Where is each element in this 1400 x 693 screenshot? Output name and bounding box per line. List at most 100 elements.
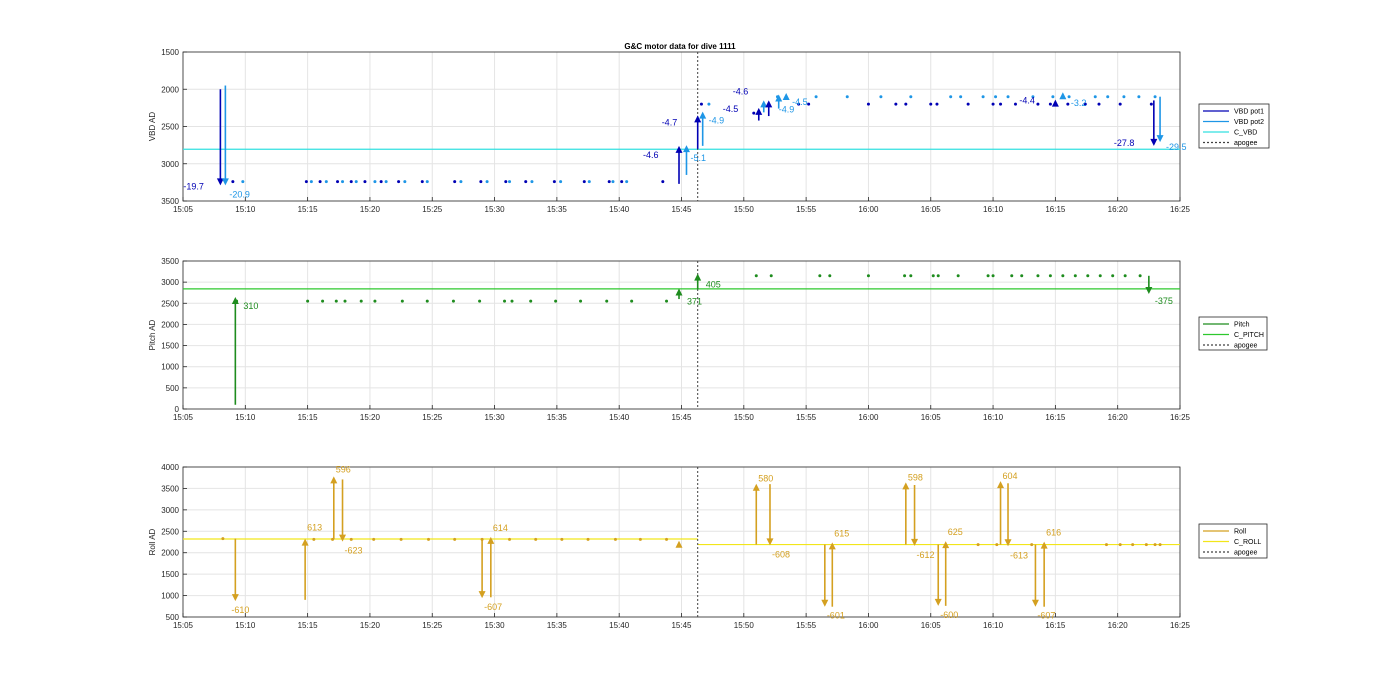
x-tick-label: 15:45: [671, 205, 692, 214]
x-tick-label: 15:45: [671, 413, 692, 422]
vbd-pot2-point: [981, 95, 985, 99]
roll-point: [1158, 543, 1162, 547]
pitch-point: [956, 274, 960, 278]
x-tick-label: 16:05: [921, 621, 942, 630]
vbd-pot2-point: [373, 180, 377, 184]
pitch-point: [579, 299, 583, 303]
x-tick-label: 15:15: [298, 413, 319, 422]
x-tick-label: 15:05: [173, 413, 194, 422]
arrow-label: -4.4: [1019, 96, 1035, 106]
pitch-point: [665, 299, 669, 303]
arrow-label: -610: [231, 605, 249, 615]
x-tick-label: 15:55: [796, 413, 817, 422]
x-tick-label: 16:15: [1045, 205, 1066, 214]
arrow-label: 371: [687, 296, 702, 306]
y-tick-label: 1500: [161, 48, 179, 57]
pitch-point: [1020, 274, 1024, 278]
legend-label: Pitch: [1234, 322, 1250, 329]
arrow-label: -613: [1010, 550, 1028, 560]
pitch-point: [828, 274, 832, 278]
x-tick-label: 16:00: [858, 205, 879, 214]
arrow-label: 616: [1046, 528, 1061, 538]
vbd-pot1-point: [349, 180, 353, 184]
pitch-point: [903, 274, 907, 278]
x-tick-label: 15:45: [671, 621, 692, 630]
arrow-head: [694, 273, 702, 281]
x-tick-label: 16:00: [858, 621, 879, 630]
vbd-pot1-point: [363, 180, 367, 184]
vbd-pot1-point: [397, 180, 401, 184]
vbd-pot2-point: [241, 180, 245, 184]
x-tick-label: 15:10: [235, 205, 256, 214]
arrow-label: -608: [772, 549, 790, 559]
y-axis-label: VBD AD: [148, 112, 157, 142]
x-tick-label: 16:20: [1108, 621, 1129, 630]
vbd-pot1-point: [336, 180, 340, 184]
x-tick-label: 15:20: [360, 205, 381, 214]
arrow-label: -3.2: [1071, 98, 1087, 108]
pitch-point: [306, 299, 310, 303]
y-tick-label: 500: [166, 613, 180, 622]
x-tick-label: 15:05: [173, 621, 194, 630]
vbd-pot1-point: [904, 102, 908, 106]
x-tick-label: 16:00: [858, 413, 879, 422]
chart-panel-3: 15:05 15:10 15:15 15:20 15:25 15:30 15:35 15:40…: [148, 463, 1268, 630]
x-tick-label: 16:25: [1170, 205, 1191, 214]
vbd-pot1-point: [1013, 102, 1017, 106]
arrow-label: 613: [307, 523, 322, 533]
x-tick-label: 16:20: [1108, 413, 1129, 422]
vbd-pot1-point: [318, 180, 322, 184]
arrow-label: -623: [345, 546, 363, 556]
vbd-pot2-point: [949, 95, 953, 99]
x-tick-label: 15:25: [422, 413, 443, 422]
vbd-pot2-point: [1153, 95, 1157, 99]
x-tick-label: 15:10: [235, 621, 256, 630]
pitch-point: [451, 299, 455, 303]
vbd-pot2-point: [707, 102, 711, 106]
x-tick-label: 16:10: [983, 621, 1004, 630]
x-tick-label: 16:10: [983, 413, 1004, 422]
chart-panel-2: 15:05 15:10 15:15 15:20 15:25 15:30 15:35 15:40…: [148, 257, 1268, 422]
arrow-label: -19.7: [183, 181, 204, 191]
x-tick-label: 15:10: [235, 413, 256, 422]
vbd-pot2-point: [309, 180, 313, 184]
vbd-pot1-point: [479, 180, 483, 184]
legend: VBD pot1 VBD pot2 C_VBDapogee: [1198, 103, 1270, 149]
legend: Pitch C_PITCHapogee: [1198, 316, 1268, 351]
pitch-point: [510, 299, 514, 303]
x-tick-label: 15:35: [547, 621, 568, 630]
arrow-head: [699, 111, 707, 119]
arrow-head: [1145, 286, 1153, 294]
pitch-point: [359, 299, 363, 303]
vbd-pot1-point: [929, 102, 933, 106]
y-tick-label: 2500: [161, 123, 179, 132]
arrow-label: -375: [1155, 296, 1173, 306]
legend-label: apogee: [1234, 550, 1257, 557]
x-tick-label: 15:30: [485, 621, 506, 630]
y-tick-label: 500: [166, 384, 180, 393]
y-tick-label: 2500: [161, 527, 179, 536]
y-tick-label: 4000: [161, 463, 179, 472]
arrow-label: -4.7: [662, 117, 678, 127]
y-tick-label: 3000: [161, 506, 179, 515]
x-tick-label: 15:25: [422, 621, 443, 630]
vbd-pot2-point: [341, 180, 345, 184]
vbd-pot1-point: [379, 180, 383, 184]
x-tick-label: 16:25: [1170, 621, 1191, 630]
roll-point: [349, 537, 353, 541]
arrow-label: 615: [834, 528, 849, 538]
y-tick-label: 2000: [161, 320, 179, 329]
vbd-pot2-point: [1137, 95, 1141, 99]
vbd-pot1-point: [1097, 102, 1101, 106]
arrow-label: -20.9: [229, 189, 250, 199]
y-tick-label: 3000: [161, 278, 179, 287]
y-tick-label: 1500: [161, 570, 179, 579]
arrow-label: -4.6: [733, 86, 749, 96]
vbd-pot1-point: [524, 180, 528, 184]
vbd-pot1-point: [620, 180, 624, 184]
y-tick-label: 2000: [161, 85, 179, 94]
y-tick-label: 1000: [161, 363, 179, 372]
vbd-pot1-point: [894, 102, 898, 106]
roll-point: [586, 537, 590, 541]
vbd-pot1-point: [1118, 102, 1122, 106]
